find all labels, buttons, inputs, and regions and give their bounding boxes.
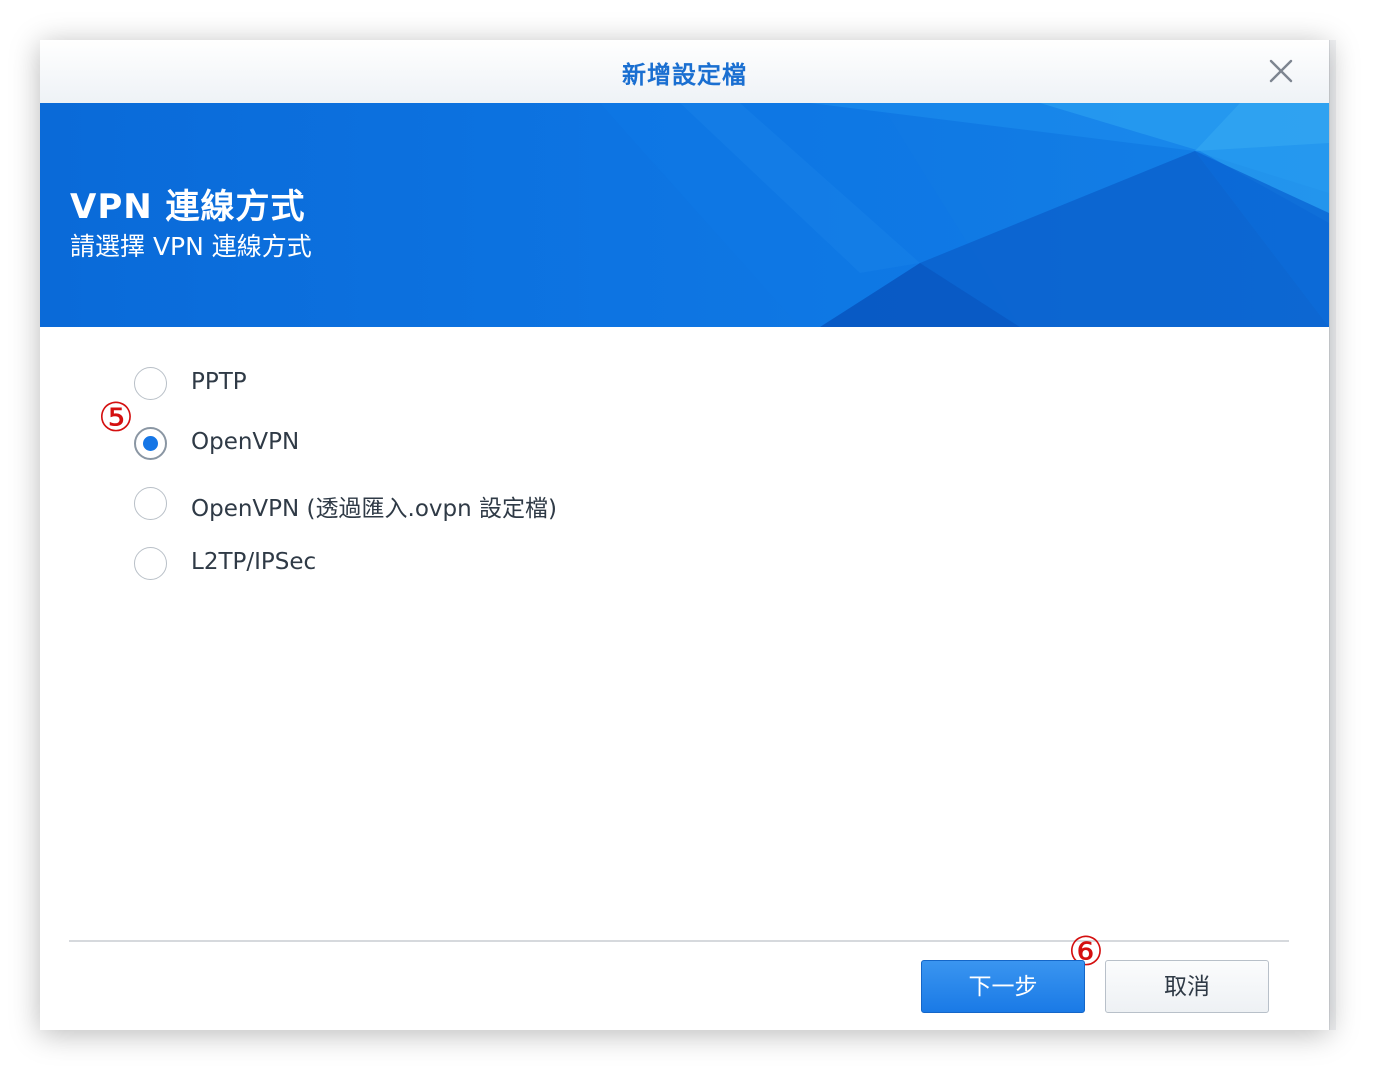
background-window-edge	[1329, 40, 1336, 1030]
dialog-titlebar: 新增設定檔	[40, 40, 1329, 104]
cancel-button[interactable]: 取消	[1105, 960, 1269, 1013]
radio-option-openvpn-import[interactable]: OpenVPN (透過匯入.ovpn 設定檔)	[134, 485, 934, 525]
radio-option-l2tp-ipsec[interactable]: L2TP/IPSec	[134, 545, 934, 585]
radio-selected-dot	[143, 436, 158, 451]
radio-option-pptp[interactable]: PPTP	[134, 365, 934, 405]
close-button[interactable]	[1264, 54, 1298, 88]
radio-button[interactable]	[134, 547, 167, 580]
close-icon	[1269, 59, 1293, 83]
radio-option-label: OpenVPN (透過匯入.ovpn 設定檔)	[191, 496, 557, 522]
radio-option-label: L2TP/IPSec	[191, 549, 317, 575]
next-button[interactable]: 下一步	[921, 960, 1085, 1013]
footer-divider	[69, 940, 1289, 942]
radio-option-label: OpenVPN	[191, 429, 300, 455]
dialog-title: 新增設定檔	[622, 61, 747, 89]
banner-title: VPN 連線方式	[70, 187, 306, 227]
banner-subtitle: 請選擇 VPN 連線方式	[70, 232, 312, 261]
radio-button[interactable]	[134, 367, 167, 400]
radio-button-checked[interactable]	[134, 427, 167, 460]
wizard-header-banner: VPN 連線方式 請選擇 VPN 連線方式	[40, 103, 1329, 327]
new-profile-dialog: 新增設定檔 VPN 連線方式 請選擇 VPN 連線方式 ⑤ PPTP OpenV…	[40, 40, 1329, 1030]
radio-button[interactable]	[134, 487, 167, 520]
radio-option-label: PPTP	[191, 369, 247, 395]
radio-option-openvpn[interactable]: OpenVPN	[134, 425, 934, 465]
page: 新增設定檔 VPN 連線方式 請選擇 VPN 連線方式 ⑤ PPTP OpenV…	[0, 0, 1374, 1070]
step-5-annotation: ⑤	[98, 395, 134, 441]
